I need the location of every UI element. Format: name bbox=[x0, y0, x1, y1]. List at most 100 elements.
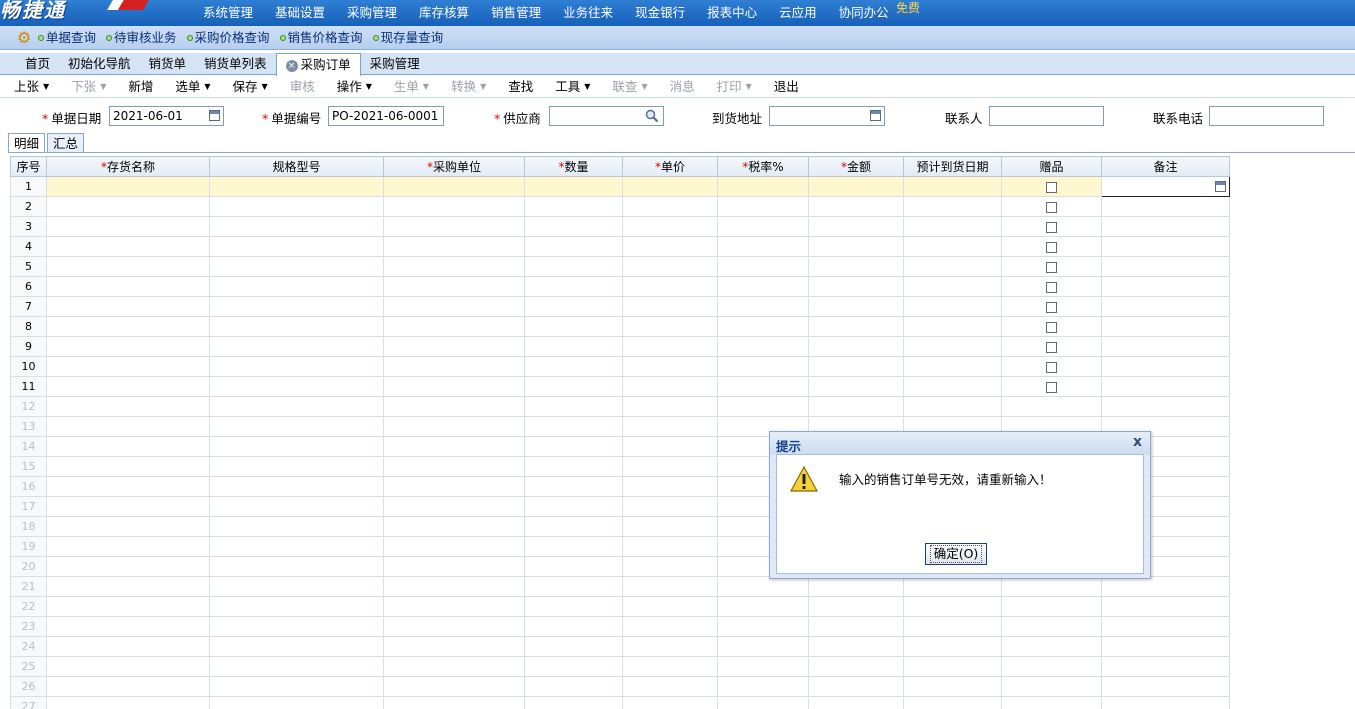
grid-cell[interactable] bbox=[209, 616, 384, 637]
grid-cell[interactable] bbox=[717, 276, 809, 297]
grid-cell[interactable] bbox=[808, 396, 904, 417]
quick-link-1[interactable]: 待审核业务 bbox=[106, 26, 187, 50]
grid-cell[interactable] bbox=[383, 556, 525, 577]
grid-cell[interactable] bbox=[383, 416, 525, 437]
column-header-1[interactable]: *存货名称 bbox=[46, 156, 210, 177]
grid-cell[interactable] bbox=[1001, 596, 1102, 617]
grid-cell[interactable] bbox=[209, 256, 384, 277]
grid-cell[interactable] bbox=[209, 196, 384, 217]
grid-cell[interactable] bbox=[209, 516, 384, 537]
grid-cell[interactable] bbox=[1001, 316, 1102, 337]
grid-cell[interactable] bbox=[383, 696, 525, 709]
quick-link-4[interactable]: 现存量查询 bbox=[372, 26, 454, 50]
grid-cell[interactable] bbox=[46, 416, 210, 437]
grid-cell[interactable] bbox=[717, 696, 809, 709]
grid-cell[interactable] bbox=[209, 176, 384, 197]
grid-cell[interactable] bbox=[383, 276, 525, 297]
grid-cell[interactable] bbox=[1101, 336, 1230, 357]
grid-cell[interactable] bbox=[808, 196, 904, 217]
table-row[interactable]: 10 bbox=[10, 356, 1230, 377]
grid-cell[interactable] bbox=[903, 376, 1002, 397]
table-row[interactable]: 8 bbox=[10, 316, 1230, 337]
toolbar-button-4[interactable]: 保存 ▼ bbox=[233, 76, 268, 98]
grid-cell[interactable] bbox=[209, 556, 384, 577]
table-row[interactable]: 5 bbox=[10, 256, 1230, 277]
grid-cell[interactable] bbox=[383, 476, 525, 497]
toolbar-button-6[interactable]: 操作 ▼ bbox=[337, 76, 372, 98]
grid-cell[interactable] bbox=[808, 636, 904, 657]
grid-cell[interactable] bbox=[46, 296, 210, 317]
grid-cell[interactable] bbox=[717, 176, 809, 197]
top-menu-item-5[interactable]: 业务往来 bbox=[552, 0, 624, 26]
ok-button[interactable]: 确定(O) bbox=[925, 543, 987, 565]
grid-cell[interactable] bbox=[903, 196, 1002, 217]
grid-cell[interactable] bbox=[622, 576, 718, 597]
gift-checkbox[interactable] bbox=[1046, 341, 1057, 353]
column-header-3[interactable]: *采购单位 bbox=[383, 156, 525, 177]
grid-cell[interactable] bbox=[1101, 236, 1230, 257]
address-field[interactable] bbox=[769, 106, 885, 126]
grid-cell[interactable] bbox=[383, 436, 525, 457]
quick-link-3[interactable]: 销售价格查询 bbox=[279, 26, 373, 50]
grid-cell[interactable] bbox=[717, 236, 809, 257]
grid-cell[interactable] bbox=[524, 376, 623, 397]
grid-cell[interactable] bbox=[808, 656, 904, 677]
contact-field[interactable] bbox=[989, 106, 1104, 126]
search-icon[interactable] bbox=[645, 109, 659, 123]
grid-cell[interactable] bbox=[717, 656, 809, 677]
grid-cell[interactable] bbox=[808, 576, 904, 597]
grid-cell[interactable] bbox=[383, 336, 525, 357]
grid-cell[interactable] bbox=[46, 636, 210, 657]
table-row[interactable]: 1 bbox=[10, 176, 1230, 197]
toolbar-button-10[interactable]: 工具 ▼ bbox=[555, 76, 590, 98]
grid-cell[interactable] bbox=[717, 576, 809, 597]
grid-cell[interactable] bbox=[383, 236, 525, 257]
grid-cell[interactable] bbox=[383, 456, 525, 477]
grid-cell[interactable] bbox=[46, 316, 210, 337]
grid-cell[interactable] bbox=[903, 176, 1002, 197]
grid-cell[interactable] bbox=[1101, 676, 1230, 697]
column-header-8[interactable]: 预计到货日期 bbox=[903, 156, 1002, 177]
grid-cell[interactable] bbox=[1101, 296, 1230, 317]
grid-cell[interactable] bbox=[524, 396, 623, 417]
close-icon[interactable]: x bbox=[1133, 434, 1142, 450]
grid-cell[interactable] bbox=[524, 656, 623, 677]
picker-icon[interactable] bbox=[870, 110, 881, 121]
column-header-6[interactable]: *税率% bbox=[717, 156, 809, 177]
grid-cell[interactable] bbox=[524, 516, 623, 537]
grid-cell[interactable] bbox=[46, 356, 210, 377]
grid-cell[interactable] bbox=[717, 616, 809, 637]
grid-cell[interactable] bbox=[808, 296, 904, 317]
tab-summary[interactable]: 汇总 bbox=[47, 133, 85, 153]
grid-cell[interactable] bbox=[717, 336, 809, 357]
grid-cell[interactable] bbox=[1101, 356, 1230, 377]
grid-cell[interactable] bbox=[209, 636, 384, 657]
grid-cell[interactable] bbox=[524, 476, 623, 497]
grid-cell[interactable] bbox=[383, 496, 525, 517]
grid-cell[interactable] bbox=[209, 356, 384, 377]
quick-link-2[interactable]: 采购价格查询 bbox=[186, 26, 280, 50]
grid-cell[interactable] bbox=[524, 256, 623, 277]
grid-cell[interactable] bbox=[524, 316, 623, 337]
grid-cell[interactable] bbox=[1101, 636, 1230, 657]
table-row[interactable]: 11 bbox=[10, 376, 1230, 397]
grid-cell[interactable] bbox=[1001, 396, 1102, 417]
grid-cell[interactable] bbox=[1001, 176, 1102, 197]
quick-link-0[interactable]: 单据查询 bbox=[38, 26, 106, 50]
grid-cell[interactable] bbox=[209, 336, 384, 357]
column-header-10[interactable]: 备注 bbox=[1101, 156, 1230, 177]
note-picker-icon[interactable] bbox=[1215, 181, 1226, 192]
grid-cell[interactable] bbox=[209, 396, 384, 417]
grid-cell[interactable] bbox=[383, 616, 525, 637]
gift-checkbox[interactable] bbox=[1046, 261, 1057, 273]
grid-cell[interactable] bbox=[1101, 176, 1230, 197]
grid-cell[interactable] bbox=[209, 456, 384, 477]
table-row[interactable]: 23 bbox=[10, 616, 1230, 637]
grid-cell[interactable] bbox=[524, 676, 623, 697]
grid-cell[interactable] bbox=[46, 256, 210, 277]
grid-cell[interactable] bbox=[1001, 636, 1102, 657]
tab-5[interactable]: 采购管理 bbox=[361, 53, 429, 75]
grid-cell[interactable] bbox=[717, 676, 809, 697]
grid-cell[interactable] bbox=[46, 376, 210, 397]
grid-cell[interactable] bbox=[808, 376, 904, 397]
